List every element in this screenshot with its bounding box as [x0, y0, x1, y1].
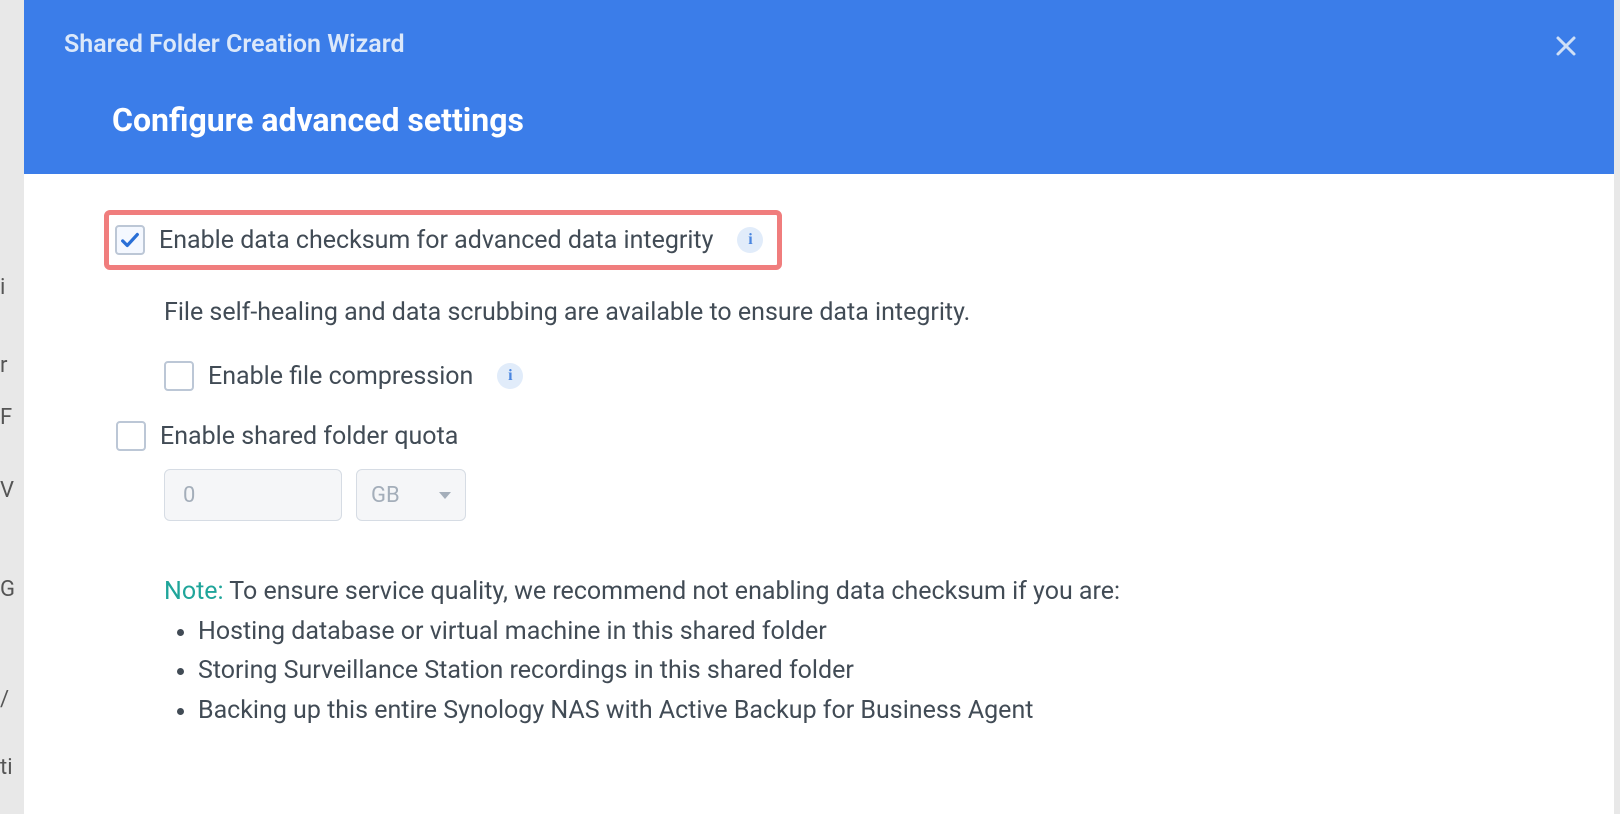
- note-intro-line: Note: To ensure service quality, we reco…: [164, 573, 1524, 611]
- background-text: r: [0, 353, 7, 378]
- quota-row: Enable shared folder quota: [116, 421, 1524, 451]
- note-item: Backing up this entire Synology NAS with…: [198, 692, 1524, 730]
- background-text: F: [0, 405, 12, 430]
- close-button[interactable]: [1548, 28, 1584, 64]
- checkbox-enable-quota[interactable]: [116, 421, 146, 451]
- page-title: Configure advanced settings: [112, 101, 1574, 139]
- checkmark-icon: [119, 229, 141, 251]
- note-label: Note:: [164, 577, 224, 606]
- checksum-label: Enable data checksum for advanced data i…: [159, 226, 713, 255]
- checkbox-enable-compression[interactable]: [164, 361, 194, 391]
- chevron-down-icon: [439, 492, 451, 499]
- note-item: Hosting database or virtual machine in t…: [198, 613, 1524, 651]
- info-icon[interactable]: i: [497, 363, 523, 389]
- background-text: G: [0, 577, 15, 602]
- background-text: /: [0, 687, 9, 712]
- note-intro: To ensure service quality, we recommend …: [224, 577, 1120, 606]
- close-icon: [1554, 34, 1578, 58]
- modal-body: Enable data checksum for advanced data i…: [24, 174, 1614, 814]
- info-icon[interactable]: i: [737, 227, 763, 253]
- checksum-description: File self-healing and data scrubbing are…: [164, 298, 1524, 327]
- quota-label: Enable shared folder quota: [160, 422, 458, 451]
- checkbox-enable-checksum[interactable]: [115, 225, 145, 255]
- background-text: V: [0, 478, 14, 503]
- background-text: ti: [0, 755, 13, 780]
- modal-header: Shared Folder Creation Wizard Configure …: [24, 0, 1614, 174]
- quota-unit: GB: [371, 483, 400, 508]
- quota-value: 0: [183, 483, 195, 508]
- wizard-modal: Shared Folder Creation Wizard Configure …: [24, 0, 1614, 814]
- compression-label: Enable file compression: [208, 362, 473, 391]
- quota-unit-select[interactable]: GB: [356, 469, 466, 521]
- wizard-title: Shared Folder Creation Wizard: [64, 10, 1574, 59]
- quota-value-input[interactable]: 0: [164, 469, 342, 521]
- note-item: Storing Surveillance Station recordings …: [198, 652, 1524, 690]
- background-text: i: [0, 275, 5, 300]
- highlight-checksum-row: Enable data checksum for advanced data i…: [104, 210, 782, 270]
- note-list: Hosting database or virtual machine in t…: [198, 613, 1524, 730]
- compression-row: Enable file compression i: [164, 361, 1524, 391]
- note-block: Note: To ensure service quality, we reco…: [164, 573, 1524, 729]
- quota-inputs: 0 GB: [164, 469, 1524, 521]
